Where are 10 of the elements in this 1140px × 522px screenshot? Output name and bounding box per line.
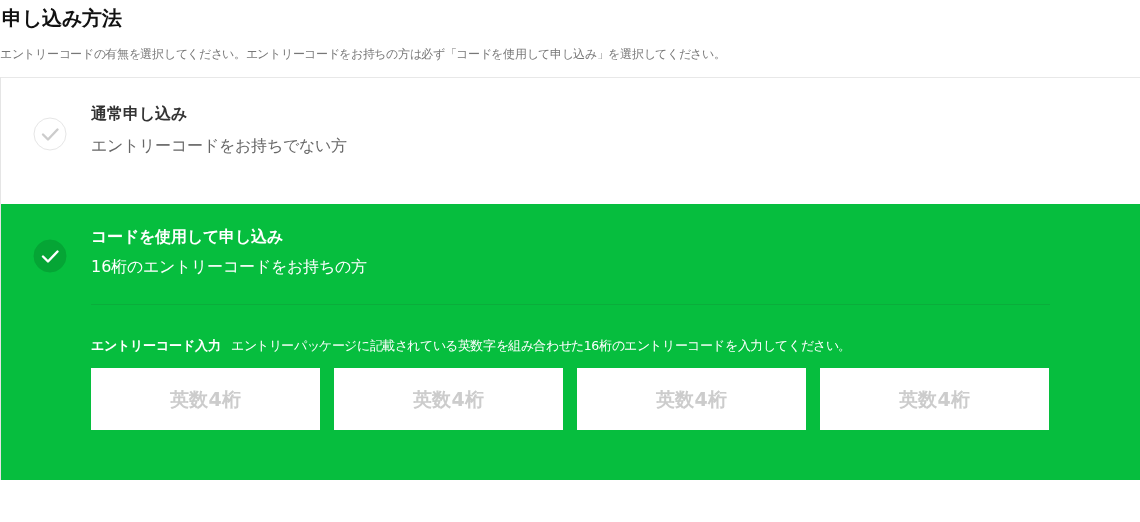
check-icon (33, 117, 67, 151)
field-label: エントリーコード入力 (91, 337, 221, 355)
option-title: コードを使用して申し込み (91, 226, 284, 248)
hint-text: エントリーパッケージに記載されている英数字を組み合わせた16桁のエントリーコードを入力してください。 (231, 338, 851, 355)
option-subtitle: エントリーコードをお持ちでない方 (91, 135, 347, 157)
description-text: エントリーコードの有無を選択してください。エントリーコードをお持ちの方は必ず「コードを使用して申し込み」を選択してください。 (0, 46, 727, 63)
page-heading: 申し込み方法 (1, 5, 123, 32)
check-icon (33, 239, 67, 273)
option-title: 通常申し込み (91, 103, 188, 125)
option-subtitle: 16桁のエントリーコードをお持ちの方 (91, 256, 368, 278)
